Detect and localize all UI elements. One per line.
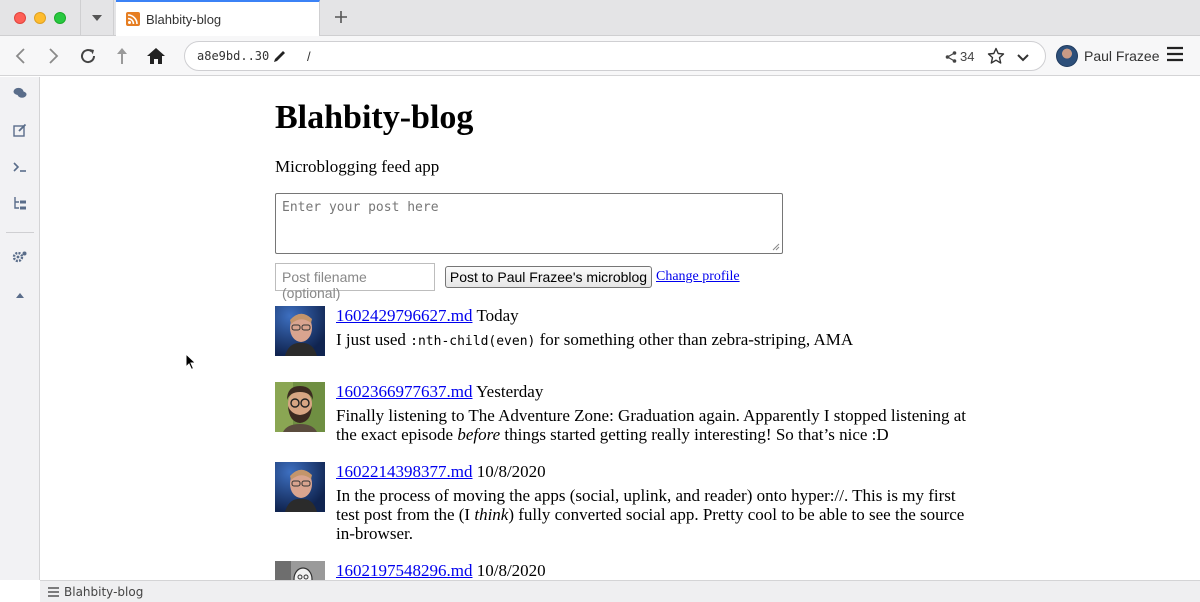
post-text: In the process of moving the apps (socia… [336,486,965,543]
star-icon [987,47,1005,64]
sidebar-terminal-button[interactable] [12,159,28,175]
paul-avatar[interactable] [275,462,325,512]
inline-code: :nth-child(even) [410,334,536,349]
emphasis-text: before [457,425,501,444]
post-button[interactable]: Post to Paul Frazee's microblog [445,266,652,288]
bearded-avatar[interactable] [275,382,325,432]
post-header: 1602214398377.md 10/8/2020 [336,462,546,482]
minimize-window-button[interactable] [34,12,46,24]
share-count-button[interactable]: 34 [945,49,974,64]
file-tree-icon [14,197,26,210]
post-text: I just used :nth-child(even) for somethi… [336,330,854,349]
browser-menu-button[interactable] [1166,46,1184,64]
status-text: Blahbity-blog [64,584,144,599]
post-textarea[interactable]: Enter your post here [275,193,783,254]
paul-avatar[interactable] [275,306,325,356]
profile-button[interactable]: Paul Frazee [1056,44,1159,68]
sidebar-files-button[interactable] [12,195,28,211]
arrow-up-icon [117,48,127,64]
site-key-label[interactable]: a8e9bd..30 [197,49,269,63]
zoom-window-button[interactable] [54,12,66,24]
navigation-bar: a8e9bd..30 / 34 Paul Frazee [0,36,1200,76]
share-up-button[interactable] [110,44,134,68]
bookmark-button[interactable] [987,47,1005,70]
reload-icon [81,49,96,64]
avatar [1056,45,1078,67]
post-date: 10/8/2020 [476,462,546,481]
sidebar [0,77,40,580]
post-date: Today [476,306,519,325]
caret-up-icon [16,292,24,298]
share-count: 34 [960,49,975,64]
filename-placeholder: Post filename (optional) [282,269,367,301]
back-button[interactable] [8,44,32,68]
post-filename-link[interactable]: 1602429796627.md [336,306,472,325]
close-window-button[interactable] [14,12,26,24]
chevron-left-icon [15,48,25,64]
post-filename-link[interactable]: 1602366977637.md [336,382,472,401]
post-filename-link[interactable]: 1602197548296.md [336,561,472,580]
emphasis-text: think [474,505,509,524]
hamburger-menu-icon [1167,46,1183,62]
post-header: 1602197548296.md 10/8/2020 [336,561,546,580]
tab-bar: Blahbity-blog [0,0,1200,36]
gears-icon [12,251,27,263]
post-date: 10/8/2020 [476,561,546,580]
page-content: Blahbity-blog Microblogging feed app Ent… [41,77,1200,580]
tab-title: Blahbity-blog [146,11,222,27]
post-text: Finally listening to The Adventure Zone:… [336,406,966,444]
hamburger-menu-icon[interactable] [48,586,59,597]
forward-button[interactable] [42,44,66,68]
url-path[interactable]: / [307,49,311,64]
chat-bubbles-icon [13,87,27,98]
edit-site-button[interactable] [273,49,287,68]
site-menu-button[interactable] [1017,50,1029,68]
pencil-icon [274,51,285,62]
page-title: Blahbity-blog [275,99,474,136]
post-date: Yesterday [476,382,544,401]
new-tab-button[interactable] [330,6,352,28]
caret-down-icon [92,15,102,21]
resize-grip-icon[interactable] [772,243,780,251]
profile-name: Paul Frazee [1084,48,1160,64]
reload-button[interactable] [76,44,100,68]
mouse-cursor-icon [185,353,197,371]
tab-list-button[interactable] [80,0,114,36]
sidebar-editor-button[interactable] [12,122,28,138]
filename-input[interactable]: Post filename (optional) [275,263,435,301]
address-bar[interactable]: a8e9bd..30 / 34 [184,41,1046,71]
sidebar-settings-button[interactable] [12,249,28,265]
sketch-avatar[interactable] [275,561,325,580]
post-header: 1602429796627.md Today [336,306,519,326]
rss-favicon-icon [126,12,140,26]
post-textarea-placeholder: Enter your post here [282,200,439,215]
sidebar-chat-button[interactable] [12,85,28,101]
sidebar-divider [6,232,34,233]
post-header: 1602366977637.md Yesterday [336,382,543,402]
post-filename-link[interactable]: 1602214398377.md [336,462,472,481]
sidebar-collapse-button[interactable] [12,287,28,303]
page-subtitle: Microblogging feed app [275,157,440,176]
chevron-down-icon [1017,54,1029,62]
tab-blahbity-blog[interactable]: Blahbity-blog [116,0,320,36]
chevron-right-icon [49,48,59,64]
home-button[interactable] [144,44,168,68]
share-icon [945,50,957,63]
terminal-icon [13,162,26,172]
change-profile-link[interactable]: Change profile [656,269,740,285]
status-bar: Blahbity-blog [40,580,1200,602]
edit-icon [13,123,27,137]
plus-icon [335,11,347,23]
home-icon [147,48,165,64]
